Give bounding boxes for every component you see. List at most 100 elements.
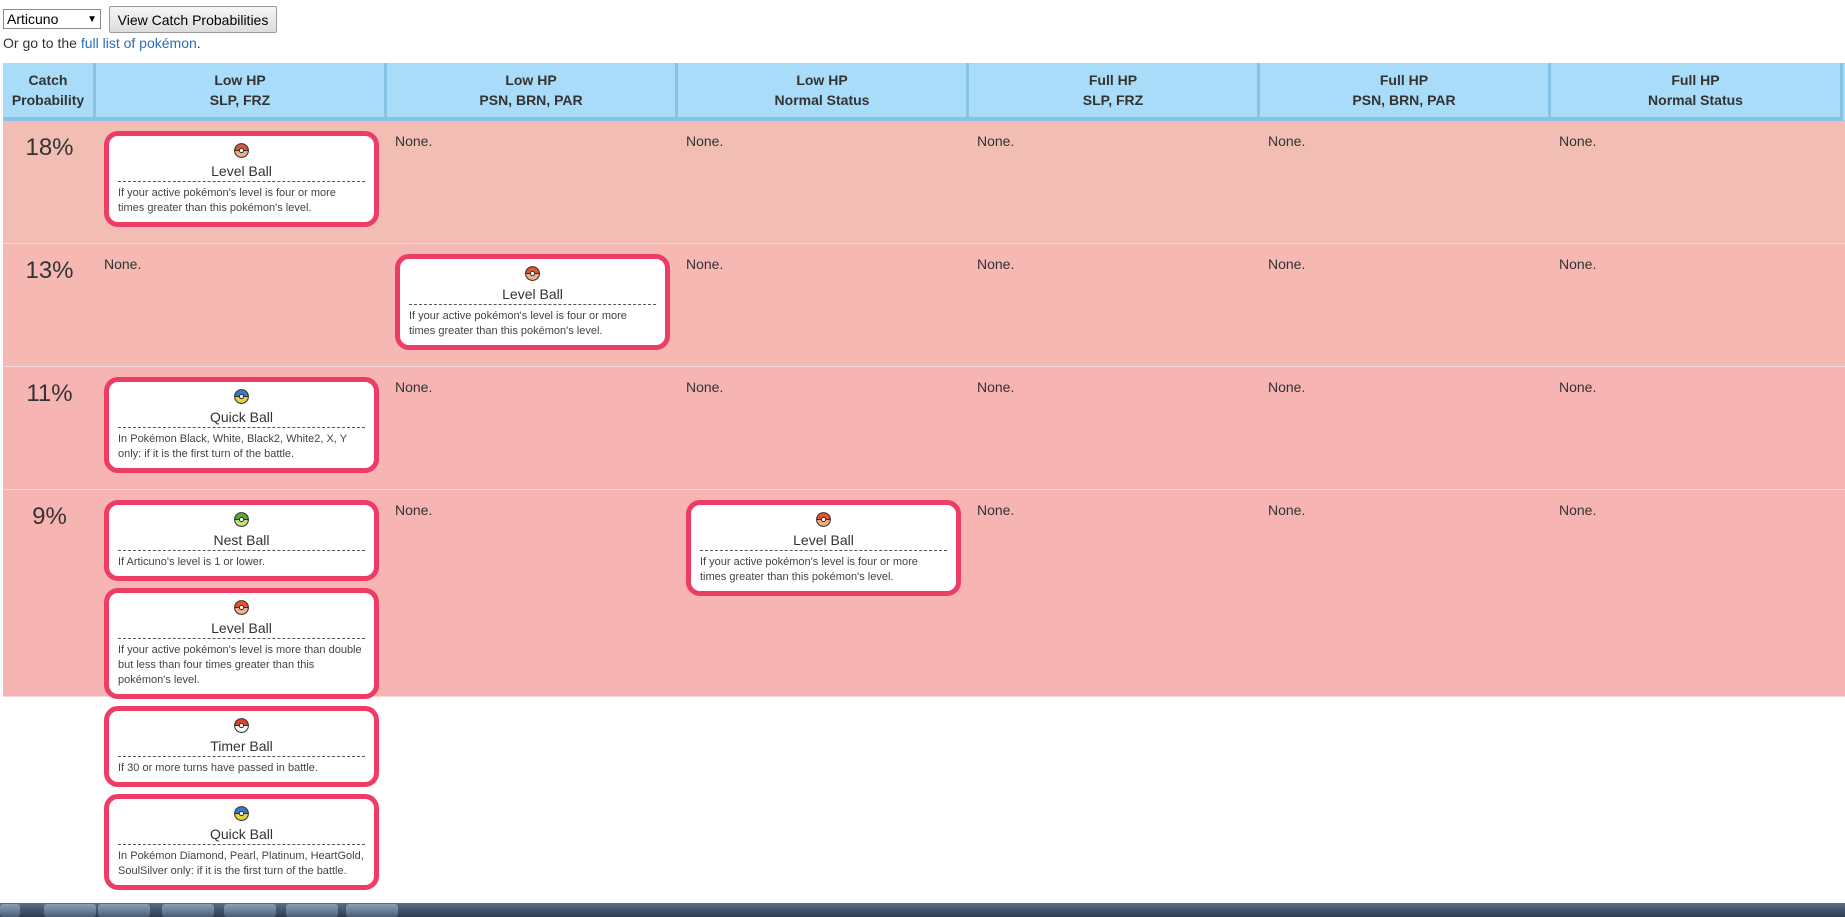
ball-card: Nest Ball If Articuno's level is 1 or low… — [104, 500, 379, 581]
catch-probability: 11% — [26, 380, 73, 407]
table-cell: None. — [387, 121, 678, 243]
none-text: None. — [686, 256, 724, 272]
table-body: 18% Level Ball If your active pokémon's le… — [3, 121, 1845, 890]
catch-probability: 13% — [25, 257, 74, 284]
taskbar-item[interactable] — [44, 904, 96, 917]
table-row: 18% Level Ball If your active pokémon's le… — [3, 121, 1845, 244]
header-line-2: SLP, FRZ — [1082, 92, 1144, 108]
ball-name: Level Ball — [700, 532, 947, 551]
ball-name: Level Ball — [118, 163, 365, 182]
table-cell: None. — [969, 121, 1260, 243]
header-line-2: PSN, BRN, PAR — [479, 92, 583, 108]
table-cell: None. — [1260, 490, 1551, 696]
full-list-link[interactable]: full list of pokémon — [81, 35, 197, 51]
ball-condition: If your active pokémon's level is more t… — [118, 644, 362, 686]
ball-card: Quick Ball In Pokémon Diamond, Pearl, Pla… — [104, 794, 379, 890]
taskbar-item[interactable] — [286, 904, 338, 917]
header-line-1: Low HP — [796, 72, 848, 88]
ball-card: Level Ball If your active pokémon's level… — [395, 254, 670, 350]
taskbar-item[interactable] — [98, 904, 150, 917]
table-cell: Nest Ball If Articuno's level is 1 or low… — [96, 490, 387, 890]
none-text: None. — [1268, 379, 1306, 395]
none-text: None. — [104, 256, 142, 272]
table-cell: Level Ball If your active pokémon's level… — [678, 490, 969, 696]
header-line-1: Low HP — [214, 72, 266, 88]
none-text: None. — [977, 379, 1015, 395]
catch-probability: 9% — [32, 503, 67, 530]
table-cell: None. — [387, 367, 678, 489]
catch-table: Catch Probability Low HP SLP, FRZ Low HP PSN,… — [3, 63, 1845, 890]
table-cell: None. — [1260, 121, 1551, 243]
header-line-2: SLP, FRZ — [209, 92, 271, 108]
table-cell: None. — [1551, 367, 1843, 489]
header-line-2: Normal Status — [1648, 92, 1743, 108]
header-row: Catch Probability Low HP SLP, FRZ Low HP PSN,… — [3, 63, 1845, 121]
header-line-2: Normal Status — [774, 92, 870, 108]
table-cell: None. — [1551, 490, 1843, 696]
table-cell: None. — [1260, 244, 1551, 366]
none-text: None. — [395, 379, 433, 395]
level-ball-icon — [700, 511, 947, 529]
none-text: None. — [686, 379, 724, 395]
ball-card: Level Ball If your active pokémon's level… — [686, 500, 961, 596]
none-text: None. — [1559, 256, 1597, 272]
none-text: None. — [1268, 502, 1306, 518]
none-text: None. — [1268, 256, 1306, 272]
goto-suffix: . — [196, 35, 201, 51]
column-header: Catch Probability — [3, 63, 96, 121]
none-text: None. — [686, 133, 724, 149]
header-line-2: Probability — [11, 92, 85, 108]
table-cell: None. — [969, 244, 1260, 366]
level-ball-icon — [118, 142, 365, 160]
table-cell: None. — [969, 490, 1260, 696]
ball-condition: If 30 or more turns have passed in battl… — [118, 762, 318, 774]
ball-name: Level Ball — [118, 620, 365, 639]
start-button[interactable] — [0, 904, 20, 917]
ball-card: Quick Ball In Pokémon Black, White, Black… — [104, 377, 379, 473]
column-header: Low HP Normal Status — [678, 63, 969, 121]
table-cell: Level Ball If your active pokémon's level… — [96, 121, 387, 243]
catch-probability: 18% — [25, 134, 74, 161]
column-header: Low HP SLP, FRZ — [96, 63, 387, 121]
chevron-down-icon: ▼ — [87, 14, 97, 25]
none-text: None. — [395, 502, 433, 518]
ball-card: Timer Ball If 30 or more turns have passe… — [104, 706, 379, 787]
column-header: Low HP PSN, BRN, PAR — [387, 63, 678, 121]
ball-condition: If your active pokémon's level is four o… — [700, 556, 918, 583]
taskbar-item[interactable] — [224, 904, 276, 917]
ball-name: Timer Ball — [118, 738, 365, 757]
taskbar-item[interactable] — [162, 904, 214, 917]
ball-condition: In Pokémon Diamond, Pearl, Platinum, Hea… — [118, 850, 364, 877]
quick-ball-icon — [118, 805, 365, 823]
header-line-1: Low HP — [505, 72, 557, 88]
goto-prefix: Or go to the — [3, 35, 81, 51]
none-text: None. — [1268, 133, 1306, 149]
view-catch-probabilities-button[interactable]: View Catch Probabilities — [109, 6, 277, 33]
column-header: Full HP Normal Status — [1551, 63, 1843, 121]
table-row: 11% Quick Ball In Pokémon Black, White, Bl… — [3, 367, 1845, 490]
column-header: Full HP PSN, BRN, PAR — [1260, 63, 1551, 121]
none-text: None. — [977, 502, 1015, 518]
goto-line: Or go to the full list of pokémon. — [3, 35, 201, 51]
header-line-1: Full HP — [1379, 72, 1429, 88]
taskbar-item[interactable] — [346, 904, 398, 917]
table-cell: None. — [678, 244, 969, 366]
table-cell: Quick Ball In Pokémon Black, White, Black… — [96, 367, 387, 489]
none-text: None. — [977, 256, 1015, 272]
taskbar — [0, 903, 1845, 917]
timer-ball-icon — [118, 717, 365, 735]
ball-name: Nest Ball — [118, 532, 365, 551]
column-header: Full HP SLP, FRZ — [969, 63, 1260, 121]
pokemon-select[interactable]: Articuno ▼ — [3, 9, 101, 29]
header-line-1: Full HP — [1088, 72, 1138, 88]
table-cell: Level Ball If your active pokémon's level… — [387, 244, 678, 366]
ball-condition: If Articuno's level is 1 or lower. — [118, 556, 265, 568]
table-cell: None. — [96, 244, 387, 366]
level-ball-icon — [118, 599, 365, 617]
ball-card: Level Ball If your active pokémon's level… — [104, 131, 379, 227]
table-cell: None. — [969, 367, 1260, 489]
ball-name: Level Ball — [409, 286, 656, 305]
table-cell: None. — [678, 367, 969, 489]
none-text: None. — [1559, 133, 1597, 149]
header-line-1: Full HP — [1671, 72, 1720, 88]
